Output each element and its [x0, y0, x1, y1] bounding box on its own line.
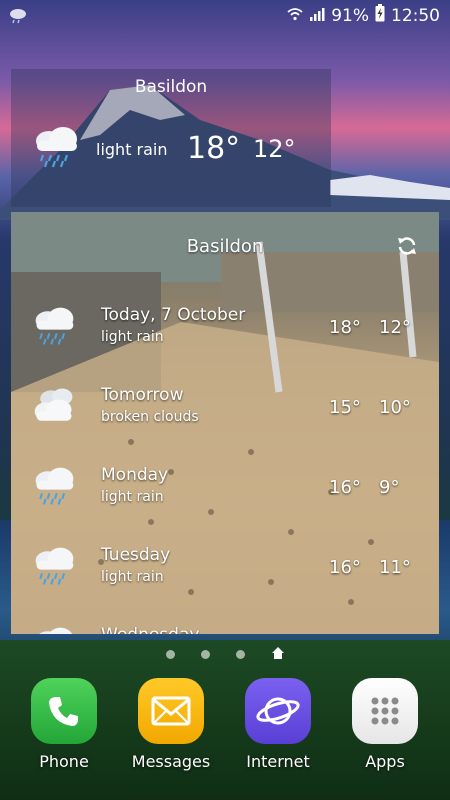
status-bar: 91% 12:50	[0, 0, 450, 32]
forecast-row: Tomorrow broken clouds 15° 10°	[11, 377, 439, 457]
forecast-low: 9°	[379, 477, 400, 498]
apps-drawer[interactable]: Apps	[335, 678, 435, 771]
phone-icon[interactable]	[31, 678, 97, 744]
forecast-low: 11°	[379, 557, 411, 578]
forecast-high: 18°	[329, 317, 361, 338]
forecast-row: Wednesday	[11, 617, 439, 634]
forecast-low: 10°	[379, 397, 411, 418]
forecast-day: Today, 7 October	[101, 305, 246, 325]
forecast-day: Tuesday	[101, 545, 171, 565]
app-dock: Phone Messages Internet Apps	[0, 678, 450, 778]
forecast-high: 15°	[329, 397, 361, 418]
phone-app[interactable]: Phone	[14, 678, 114, 771]
current-temp-high: 18°	[187, 131, 241, 166]
forecast-condition: broken clouds	[101, 409, 199, 425]
messages-app[interactable]: Messages	[121, 678, 221, 771]
rain-cloud-icon	[31, 125, 81, 173]
battery-charging-icon	[375, 4, 385, 27]
forecast-condition: light rain	[101, 569, 164, 585]
cloud-icon	[31, 625, 77, 634]
planet-icon[interactable]	[245, 678, 311, 744]
app-label: Messages	[131, 752, 211, 771]
envelope-icon[interactable]	[138, 678, 204, 744]
signal-icon	[309, 6, 325, 26]
page-dot[interactable]	[200, 649, 210, 659]
page-dot[interactable]	[235, 649, 245, 659]
forecast-high: 16°	[329, 557, 361, 578]
forecast-city: Basildon	[186, 236, 264, 257]
page-dot[interactable]	[165, 649, 175, 659]
clouds-icon	[31, 385, 77, 431]
page-indicator[interactable]	[0, 645, 450, 663]
current-condition: light rain	[96, 140, 168, 159]
rain-cloud-icon	[31, 545, 77, 591]
current-temp-low: 12°	[253, 135, 296, 163]
forecast-row: Today, 7 October light rain 18° 12°	[11, 297, 439, 377]
forecast-day: Tomorrow	[101, 385, 184, 405]
forecast-low: 12°	[379, 317, 411, 338]
forecast-widget[interactable]: Basildon Today, 7 October light rain 18°…	[11, 212, 439, 634]
app-label: Internet	[246, 752, 310, 771]
current-weather-widget[interactable]: Basildon light rain 18° 12°	[11, 69, 331, 207]
rain-cloud-icon	[31, 305, 77, 351]
clock: 12:50	[391, 5, 440, 26]
weather-app-icon[interactable]	[8, 5, 28, 29]
refresh-icon[interactable]	[395, 234, 419, 262]
grid-icon[interactable]	[352, 678, 418, 744]
forecast-day: Wednesday	[101, 625, 199, 634]
forecast-row: Monday light rain 16° 9°	[11, 457, 439, 537]
app-label: Phone	[39, 752, 89, 771]
forecast-day: Monday	[101, 465, 169, 485]
wifi-icon	[287, 6, 303, 26]
current-city: Basildon	[134, 77, 208, 97]
internet-app[interactable]: Internet	[228, 678, 328, 771]
home-page-icon[interactable]	[271, 645, 285, 664]
app-label: Apps	[365, 752, 405, 771]
battery-percent: 91%	[331, 5, 369, 26]
forecast-high: 16°	[329, 477, 361, 498]
forecast-row: Tuesday light rain 16° 11°	[11, 537, 439, 617]
rain-cloud-icon	[31, 465, 77, 511]
forecast-condition: light rain	[101, 329, 164, 345]
forecast-condition: light rain	[101, 489, 164, 505]
